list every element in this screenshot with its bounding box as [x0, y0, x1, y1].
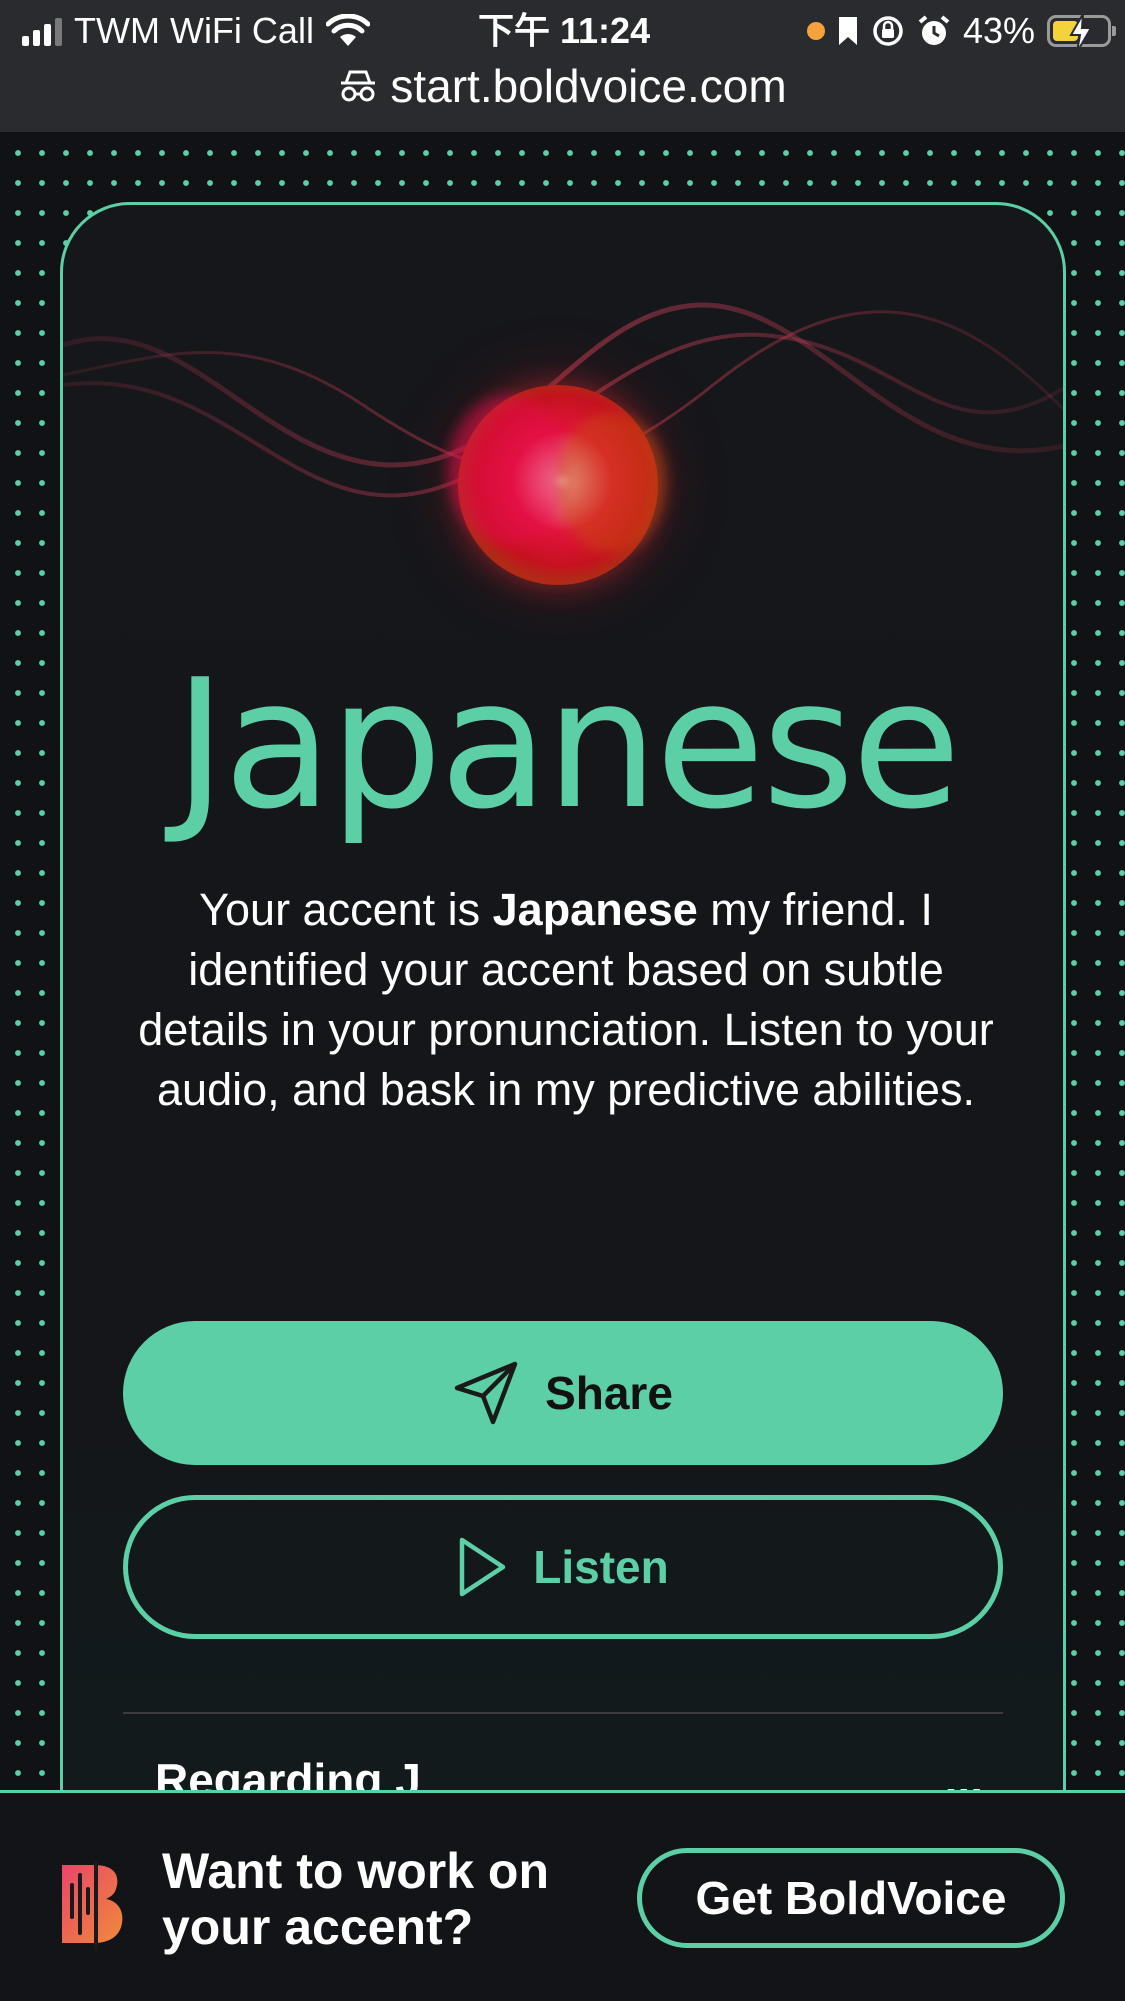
url-text: start.boldvoice.com: [390, 60, 787, 112]
section-divider: [123, 1712, 1003, 1714]
cut-off-heading-end: ...: [944, 1754, 983, 1792]
promo-bar: Want to work on your accent? Get BoldVoi…: [0, 1790, 1125, 2001]
share-button[interactable]: Share: [123, 1321, 1003, 1465]
wifi-icon: [325, 14, 370, 46]
voice-orb: [458, 385, 658, 585]
battery-percent: 43%: [962, 10, 1035, 51]
bookmark-icon: [838, 17, 857, 45]
url-bar[interactable]: start.boldvoice.com: [0, 60, 1125, 112]
status-right: 43%: [806, 8, 1116, 54]
mic-indicator-icon: [806, 22, 825, 40]
send-icon: [454, 1361, 518, 1425]
share-label: Share: [545, 1367, 673, 1419]
rotation-lock-icon: [873, 16, 903, 46]
signal-icon: [22, 16, 62, 46]
accent-description: Your accent is Japanese my friend. I ide…: [138, 884, 994, 1115]
play-icon: [460, 1537, 506, 1597]
battery-icon: [1047, 14, 1116, 52]
promo-text: Want to work on your accent?: [162, 1843, 549, 1955]
result-card: Japanese Your accent is Japanese my frie…: [60, 202, 1066, 1792]
promo-line-1: Want to work on: [162, 1843, 549, 1899]
status-bar: TWM WiFi Call 下午 11:24 43% start.boldvoi…: [0, 0, 1125, 132]
accent-title: Japanese: [173, 641, 961, 848]
accent-emphasis: Japanese: [492, 884, 698, 935]
get-boldvoice-button[interactable]: Get BoldVoice: [637, 1848, 1065, 1948]
private-browsing-icon: [341, 70, 376, 102]
listen-button[interactable]: Listen: [123, 1495, 1003, 1639]
carrier-label: TWM WiFi Call: [74, 10, 314, 51]
alarm-icon: [918, 15, 950, 45]
listen-label: Listen: [533, 1541, 669, 1593]
cut-off-heading: Regarding J: [155, 1754, 421, 1792]
page-content: Japanese Your accent is Japanese my frie…: [0, 132, 1125, 1792]
status-time: 下午 11:24: [478, 10, 651, 51]
boldvoice-logo-icon: [62, 1861, 123, 1951]
promo-line-2: your accent?: [162, 1899, 474, 1955]
status-left: TWM WiFi Call: [22, 8, 370, 54]
